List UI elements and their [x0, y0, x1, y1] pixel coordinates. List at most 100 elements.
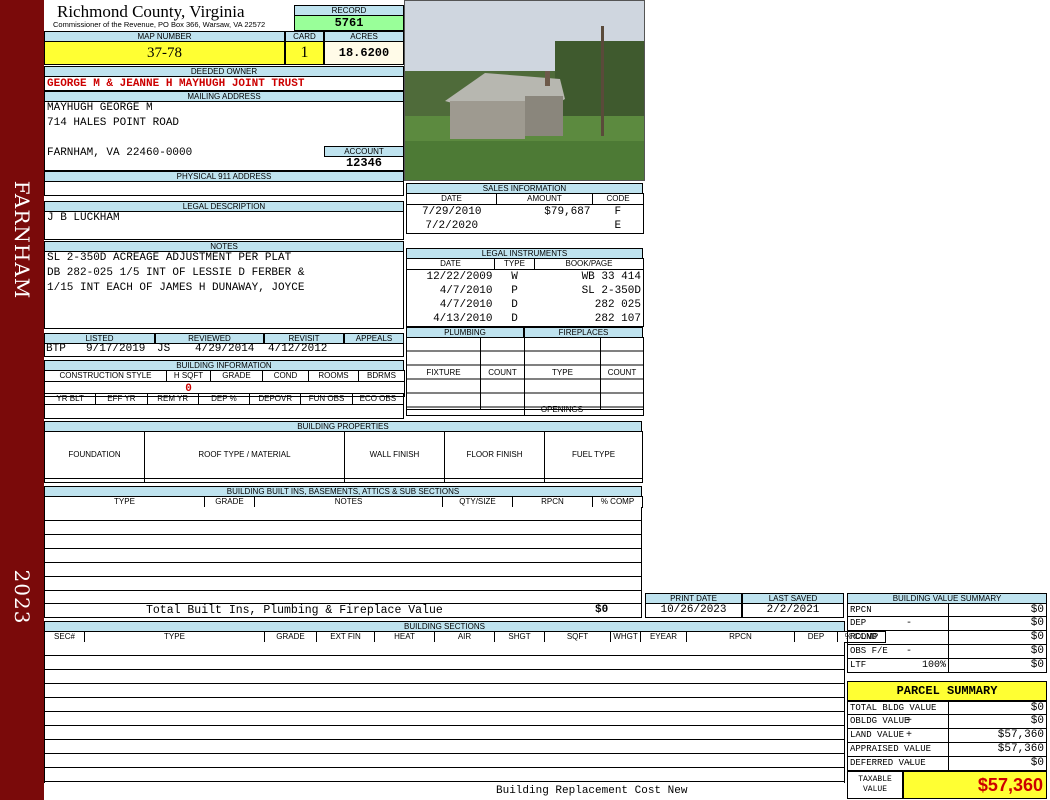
fire-col-count: COUNT: [600, 337, 644, 410]
summary-key: OBLDG VALUE: [850, 716, 910, 726]
summary-value: $0: [1030, 702, 1044, 714]
acres-value: 18.6200: [324, 41, 404, 65]
summary-value: $0: [1030, 757, 1044, 769]
prop-col-floor: FLOOR FINISH: [444, 431, 545, 479]
summary-value: $0: [1030, 645, 1044, 657]
listed-by: BTP: [46, 343, 66, 355]
bi-col-notes: NOTES: [254, 496, 443, 508]
prop-col-fuel: FUEL TYPE: [544, 431, 643, 479]
table-row: 12/22/2009 W WB 33 414: [407, 270, 644, 285]
col-dep-pct: DEP %: [198, 393, 251, 405]
building-value-summary: RPCN $0 DEP - $0 RCLND $0 OBS F/E - $0 LTF 100% $0: [847, 603, 1047, 673]
summary-key: TOTAL BLDG VALUE: [850, 703, 937, 713]
plumbing-table: FIXTURE COUNT: [406, 337, 525, 416]
mailing-line2: 714 HALES POINT ROAD: [47, 117, 180, 129]
parcel-summary-title: PARCEL SUMMARY: [847, 681, 1047, 701]
instr-date: 4/13/2010: [433, 313, 493, 325]
summary-row: OBS F/E - $0: [847, 645, 1047, 659]
reviewed-date: 4/29/2014: [195, 343, 255, 355]
summary-value: $0: [1030, 604, 1044, 616]
instr-type: P: [511, 285, 518, 297]
table-row: 4/13/2010 D 282 107: [407, 312, 644, 327]
summary-divider: [948, 659, 949, 672]
sales-col-date: DATE: [406, 193, 497, 205]
col-yr-blt: YR BLT: [44, 393, 97, 405]
parcel-summary: TOTAL BLDG VALUE $0 OBLDG VALUE + $0 LAND VAL…: [847, 701, 1047, 771]
summary-key: OBS F/E: [850, 646, 888, 656]
building-info-table-2: YR BLT EFF YR REM YR DEP % DEPOVR FUN OB…: [44, 393, 405, 419]
instr-col-type: TYPE: [494, 258, 535, 270]
summary-divider: [948, 702, 949, 714]
summary-sign: -: [906, 758, 913, 769]
summary-key: LTF: [850, 660, 867, 670]
summary-row: DEP - $0: [847, 617, 1047, 631]
summary-key: RCLND: [850, 632, 878, 642]
summary-divider: [948, 631, 949, 644]
summary-divider: [948, 757, 949, 770]
col-eff-yr: EFF YR: [95, 393, 148, 405]
sec-col-air: AIR: [434, 631, 495, 643]
sec-col-whgt: WHGT: [610, 631, 641, 643]
summary-key: RPCN: [850, 605, 872, 615]
sale-date: 7/2/2020: [425, 220, 479, 232]
bi-col-qty: QTY/SIZE: [442, 496, 513, 508]
mailing-line1: MAYHUGH GEORGE M: [47, 102, 153, 114]
reviewed-by: JS: [157, 343, 171, 355]
builtins-total-label: Total Built Ins, Plumbing & Fireplace Va…: [146, 604, 443, 617]
sec-col-sqft: SQFT: [544, 631, 611, 643]
sec-col-rpcn: RPCN: [686, 631, 795, 643]
legal-description: J B LUCKHAM: [47, 212, 120, 224]
instr-bookpage: 282 025: [594, 299, 641, 311]
sale-amount: [497, 219, 593, 234]
summary-divider: [948, 617, 949, 630]
prop-col-wall: WALL FINISH: [344, 431, 445, 479]
tax-year: 2023: [10, 569, 34, 625]
col-eco-obs: ECO OBS: [352, 393, 405, 405]
sec-col-shgt: SHGT: [494, 631, 545, 643]
sec-col-heat: HEAT: [374, 631, 435, 643]
col-bdrms: BDRMS: [358, 370, 405, 382]
summary-sign: -: [906, 646, 913, 657]
summary-divider: [948, 604, 949, 616]
col-rem-yr: REM YR: [147, 393, 199, 405]
building-properties-table: FOUNDATION ROOF TYPE / MATERIAL WALL FIN…: [44, 431, 643, 483]
summary-sign: 100%: [921, 660, 946, 671]
sec-col-extfin: EXT FIN: [316, 631, 375, 643]
col-fun-obs: FUN OBS: [300, 393, 353, 405]
col-construction-style: CONSTRUCTION STYLE: [44, 370, 167, 382]
sec-col-sec: SEC#: [44, 631, 85, 643]
instr-col-bookpage: BOOK/PAGE: [534, 258, 644, 270]
prop-col-foundation: FOUNDATION: [44, 431, 145, 479]
listed-date: 9/17/2019: [86, 343, 146, 355]
instr-type: D: [511, 313, 518, 325]
commissioner-address: Commissioner of the Revenue, PO Box 366,…: [53, 20, 266, 29]
sale-code: E: [614, 220, 622, 232]
mailing-line3: FARNHAM, VA 22460-0000: [47, 147, 193, 159]
notes-line2: DB 282-025 1/5 INT OF LESSIE D FERBER &: [47, 267, 305, 279]
summary-divider: [948, 645, 949, 658]
bi-col-rpcn: RPCN: [512, 496, 593, 508]
openings-label: OPENINGS: [540, 405, 584, 414]
instr-bookpage: WB 33 414: [581, 271, 641, 283]
builtins-rows: [44, 507, 642, 604]
district-sidebar: FARNHAM 2023: [0, 0, 44, 800]
summary-row: LTF 100% $0: [847, 659, 1047, 673]
summary-sign: +: [906, 716, 913, 727]
table-row: 4/7/2010 P SL 2-350D: [407, 284, 644, 298]
summary-row: LAND VALUE + $57,360: [847, 729, 1047, 743]
summary-row: APPRAISED VALUE $57,360: [847, 743, 1047, 757]
house-photo-image: [405, 1, 644, 180]
bi-col-comp: % COMP: [592, 496, 643, 508]
revisit-date: 4/12/2012: [268, 343, 328, 355]
instr-date: 4/7/2010: [439, 299, 493, 311]
plumb-col-fixture: FIXTURE: [406, 337, 481, 410]
instr-date: 12/22/2009: [426, 271, 493, 283]
sales-col-amount: AMOUNT: [496, 193, 593, 205]
summary-divider: [948, 715, 949, 728]
summary-key: DEP: [850, 618, 867, 628]
instr-bookpage: SL 2-350D: [581, 285, 641, 297]
summary-sign: +: [906, 730, 913, 741]
summary-row: TOTAL BLDG VALUE $0: [847, 701, 1047, 715]
last-saved-date: 2/2/2021: [742, 603, 844, 618]
sale-date: 7/29/2010: [422, 206, 482, 218]
